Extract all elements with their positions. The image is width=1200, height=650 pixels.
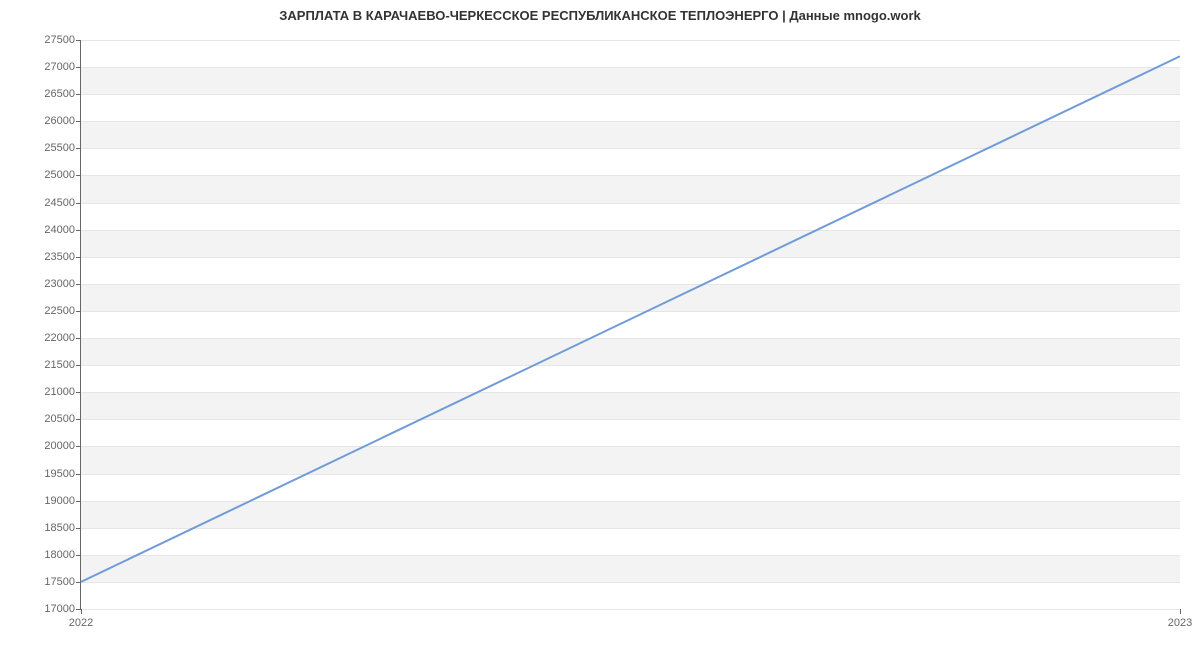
y-tick-label: 18000 bbox=[44, 549, 81, 561]
y-tick-label: 21000 bbox=[44, 386, 81, 398]
x-tick-label: 2023 bbox=[1168, 609, 1192, 629]
series-line bbox=[81, 56, 1180, 582]
chart-container: ЗАРПЛАТА В КАРАЧАЕВО-ЧЕРКЕССКОЕ РЕСПУБЛИ… bbox=[0, 0, 1200, 650]
y-tick-label: 26500 bbox=[44, 88, 81, 100]
plot-area: 1700017500180001850019000195002000020500… bbox=[80, 40, 1180, 610]
y-tick-label: 21500 bbox=[44, 359, 81, 371]
y-tick-label: 17500 bbox=[44, 576, 81, 588]
y-tick-label: 20500 bbox=[44, 413, 81, 425]
data-line bbox=[81, 40, 1180, 609]
y-tick-label: 26000 bbox=[44, 115, 81, 127]
chart-title: ЗАРПЛАТА В КАРАЧАЕВО-ЧЕРКЕССКОЕ РЕСПУБЛИ… bbox=[0, 8, 1200, 23]
y-tick-label: 22500 bbox=[44, 305, 81, 317]
y-tick-label: 27500 bbox=[44, 34, 81, 46]
y-tick-label: 22000 bbox=[44, 332, 81, 344]
y-tick-label: 24500 bbox=[44, 197, 81, 209]
y-tick-label: 19000 bbox=[44, 495, 81, 507]
y-tick-label: 25000 bbox=[44, 169, 81, 181]
y-tick-label: 19500 bbox=[44, 468, 81, 480]
y-tick-label: 27000 bbox=[44, 61, 81, 73]
y-tick-label: 25500 bbox=[44, 142, 81, 154]
y-tick-label: 18500 bbox=[44, 522, 81, 534]
x-tick-label: 2022 bbox=[69, 609, 93, 629]
y-tick-label: 20000 bbox=[44, 440, 81, 452]
y-tick-label: 23500 bbox=[44, 251, 81, 263]
y-gridline bbox=[81, 609, 1180, 610]
y-tick-label: 24000 bbox=[44, 224, 81, 236]
y-tick-label: 23000 bbox=[44, 278, 81, 290]
